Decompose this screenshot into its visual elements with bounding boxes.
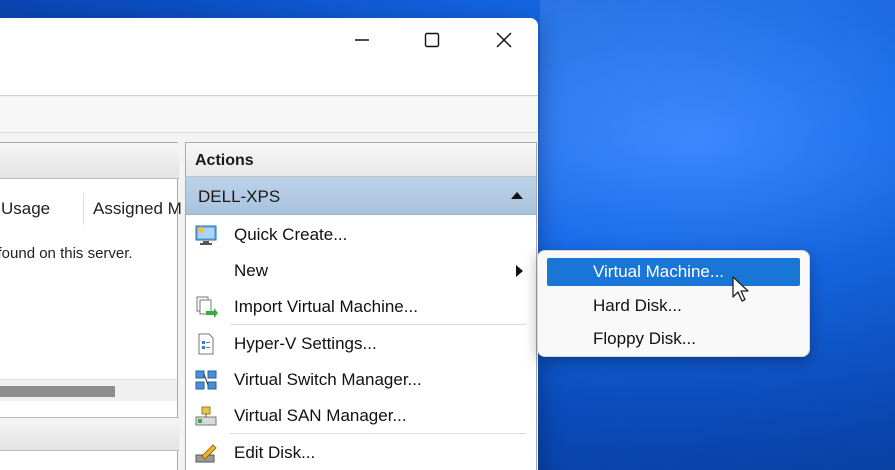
virtual-san-icon [195,406,217,426]
maximize-button[interactable] [412,22,452,58]
action-hyper-v-settings[interactable]: Hyper-V Settings... [186,326,536,362]
pane-header [0,143,179,179]
action-virtual-san-manager[interactable]: Virtual SAN Manager... [186,398,536,434]
virtual-switch-icon [195,370,217,390]
close-button[interactable] [484,22,524,58]
hyperv-settings-icon [198,333,214,355]
close-icon [496,32,512,48]
action-quick-create[interactable]: Quick Create... [186,217,536,253]
edit-disk-icon [195,444,217,463]
action-label: New [234,261,269,280]
action-label: Edit Disk... [234,443,316,462]
action-label: Virtual SAN Manager... [234,406,407,425]
desktop-background [540,0,895,470]
separator [230,433,526,434]
submenu-item-virtual-machine[interactable]: Virtual Machine... [547,258,800,286]
action-label: Quick Create... [234,225,348,244]
collapse-arrow-icon[interactable] [511,192,523,199]
mouse-pointer-icon [732,276,749,302]
minimize-icon [355,39,369,41]
toolbar [0,97,538,133]
server-name: DELL-XPS [198,187,281,206]
title-bar [0,18,538,62]
import-vm-icon [196,296,218,318]
submenu-arrow-icon [516,265,523,277]
empty-list-message: e found on this server. [0,245,133,262]
minimize-button[interactable] [342,22,382,58]
submenu-item-hard-disk[interactable]: Hard Disk... [547,292,800,320]
action-import-virtual-machine[interactable]: Import Virtual Machine... [186,289,536,325]
action-label: Import Virtual Machine... [234,297,418,316]
hyper-v-manager-window: Usage Assigned M e found on this server.… [0,18,538,470]
maximize-icon [424,32,440,48]
submenu-item-floppy-disk[interactable]: Floppy Disk... [547,325,800,353]
action-label: Virtual Switch Manager... [234,370,422,389]
menu-bar [0,62,538,96]
scrollbar-thumb[interactable] [0,386,115,397]
horizontal-scrollbar[interactable] [0,379,177,401]
server-section-header[interactable]: DELL-XPS [186,177,536,215]
checkpoints-pane-header [0,417,179,451]
separator [230,324,526,325]
actions-pane: Actions DELL-XPS Quick Create... New Imp… [185,142,537,470]
column-header-usage[interactable]: Usage [1,199,50,219]
new-submenu: Virtual Machine... Hard Disk... Floppy D… [537,250,810,357]
column-divider[interactable] [83,193,84,225]
quick-create-icon [195,225,217,245]
virtual-machines-pane: Usage Assigned M e found on this server. [0,142,182,470]
action-edit-disk[interactable]: Edit Disk... [186,435,536,470]
actions-header: Actions [186,143,536,177]
action-label: Hyper-V Settings... [234,334,377,353]
action-new[interactable]: New [186,253,536,289]
action-virtual-switch-manager[interactable]: Virtual Switch Manager... [186,362,536,398]
column-header-assigned-memory[interactable]: Assigned M [93,199,182,219]
